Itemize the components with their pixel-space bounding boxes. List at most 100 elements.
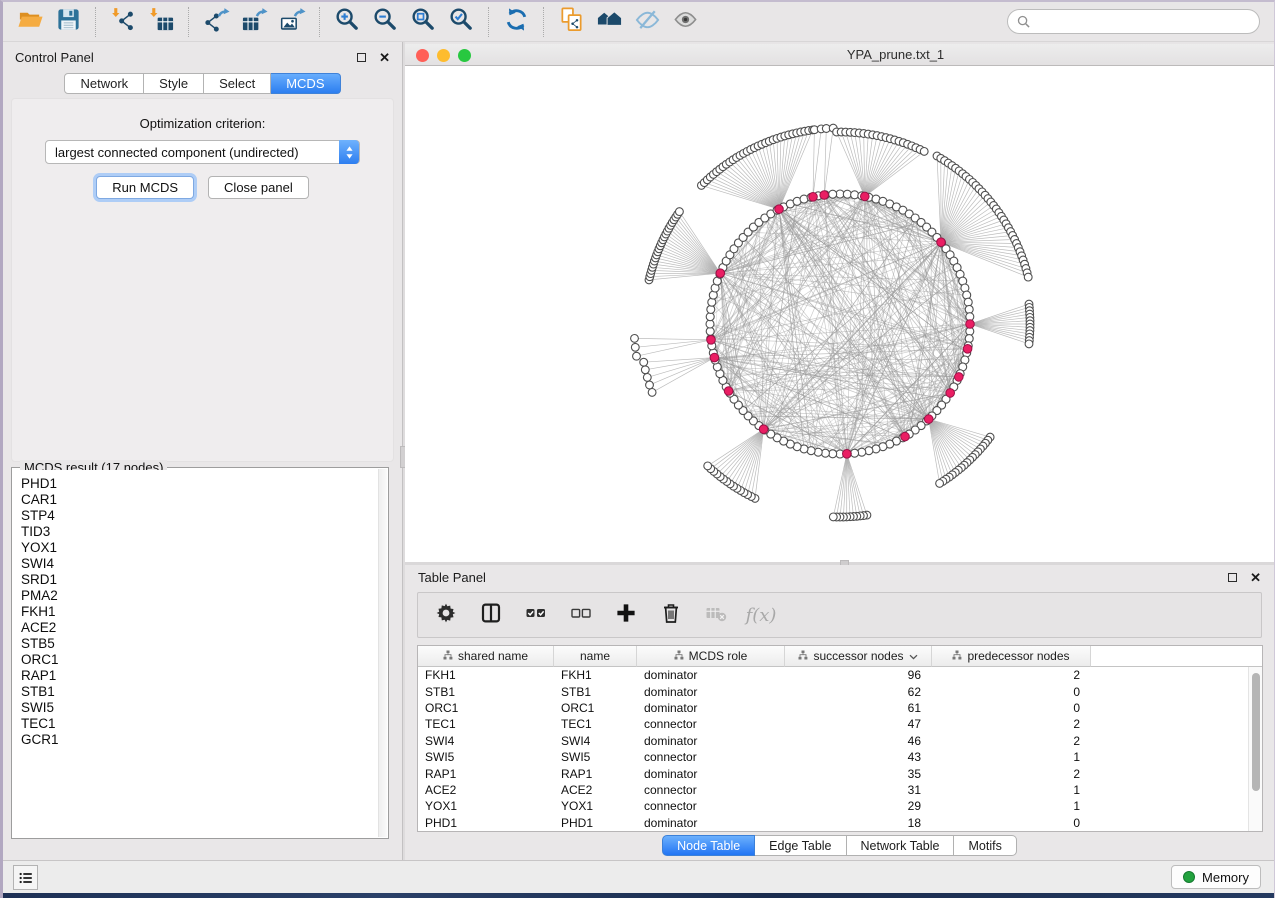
mcds-list-scrollbar[interactable] xyxy=(378,469,387,837)
table-row[interactable]: TEC1TEC1connector472 xyxy=(418,716,1248,732)
memory-button[interactable]: Memory xyxy=(1171,865,1261,889)
export-table-button[interactable] xyxy=(235,5,273,39)
tab-network-table[interactable]: Network Table xyxy=(847,835,955,856)
mcds-result-node[interactable]: ACE2 xyxy=(21,620,378,636)
cell-mcds_role[interactable]: connector xyxy=(637,799,785,813)
mcds-result-node[interactable]: SRD1 xyxy=(21,572,378,588)
cell-name[interactable]: STB1 xyxy=(554,685,637,699)
tab-style[interactable]: Style xyxy=(144,73,204,94)
cell-name[interactable]: PHD1 xyxy=(554,816,637,830)
column-header-predecessor-nodes[interactable]: predecessor nodes xyxy=(932,646,1091,667)
graph-mcds-node[interactable] xyxy=(937,238,946,247)
graph-leaf-node[interactable] xyxy=(936,480,944,488)
table-row[interactable]: YOX1YOX1connector291 xyxy=(418,798,1248,814)
cell-predecessor_nodes[interactable]: 2 xyxy=(932,668,1091,682)
float-table-panel-icon[interactable] xyxy=(1228,573,1237,582)
mcds-result-node[interactable]: PHD1 xyxy=(21,476,378,492)
mcds-result-node[interactable]: ORC1 xyxy=(21,652,378,668)
table-row[interactable]: SWI5SWI5connector431 xyxy=(418,749,1248,765)
cell-predecessor_nodes[interactable]: 0 xyxy=(932,816,1091,830)
sort-chevron-icon[interactable] xyxy=(909,649,918,663)
mcds-result-node[interactable]: YOX1 xyxy=(21,540,378,556)
mcds-result-node[interactable]: FKH1 xyxy=(21,604,378,620)
column-header-name[interactable]: name xyxy=(554,646,637,667)
cell-shared_name[interactable]: ORC1 xyxy=(418,701,554,715)
import-network-button[interactable] xyxy=(104,5,142,39)
mcds-result-node[interactable]: GCR1 xyxy=(21,732,378,748)
cell-predecessor_nodes[interactable]: 1 xyxy=(932,783,1091,797)
mcds-result-node[interactable]: RAP1 xyxy=(21,668,378,684)
cell-name[interactable]: FKH1 xyxy=(554,668,637,682)
mcds-result-node[interactable]: TEC1 xyxy=(21,716,378,732)
open-file-button[interactable] xyxy=(11,5,49,39)
graph-mcds-node[interactable] xyxy=(724,387,733,396)
graph-mcds-node[interactable] xyxy=(820,191,829,200)
tab-motifs[interactable]: Motifs xyxy=(954,835,1016,856)
cell-successor_nodes[interactable]: 46 xyxy=(785,734,932,748)
tab-select[interactable]: Select xyxy=(204,73,271,94)
cell-name[interactable]: SWI5 xyxy=(554,750,637,764)
cell-shared_name[interactable]: YOX1 xyxy=(418,799,554,813)
settings-gear-button[interactable] xyxy=(434,603,458,627)
duplicate-network-button[interactable] xyxy=(552,5,590,39)
cell-predecessor_nodes[interactable]: 0 xyxy=(932,701,1091,715)
deselect-all-checks-button[interactable] xyxy=(569,603,593,627)
mcds-result-node[interactable]: SWI4 xyxy=(21,556,378,572)
graph-leaf-node[interactable] xyxy=(631,343,639,351)
graph-leaf-node[interactable] xyxy=(829,513,837,521)
run-mcds-button[interactable]: Run MCDS xyxy=(96,176,194,199)
function-builder-button[interactable]: f(x) xyxy=(749,603,773,627)
search-input[interactable] xyxy=(1035,14,1250,29)
cell-name[interactable]: TEC1 xyxy=(554,717,637,731)
cell-shared_name[interactable]: SWI4 xyxy=(418,734,554,748)
graph-leaf-node[interactable] xyxy=(640,358,648,366)
show-all-button[interactable] xyxy=(666,5,704,39)
graph-leaf-node[interactable] xyxy=(1024,273,1032,281)
zoom-in-button[interactable] xyxy=(328,5,366,39)
cell-predecessor_nodes[interactable]: 2 xyxy=(932,717,1091,731)
import-table-button[interactable] xyxy=(142,5,180,39)
table-row[interactable]: PHD1PHD1dominator180 xyxy=(418,815,1248,831)
cell-shared_name[interactable]: FKH1 xyxy=(418,668,554,682)
cell-successor_nodes[interactable]: 35 xyxy=(785,767,932,781)
cell-successor_nodes[interactable]: 96 xyxy=(785,668,932,682)
graph-mcds-node[interactable] xyxy=(924,415,933,424)
column-header-shared-name[interactable]: shared name xyxy=(418,646,554,667)
cell-name[interactable]: RAP1 xyxy=(554,767,637,781)
cell-name[interactable]: YOX1 xyxy=(554,799,637,813)
table-row[interactable]: RAP1RAP1dominator352 xyxy=(418,765,1248,781)
graph-mcds-node[interactable] xyxy=(946,389,955,398)
zoom-selected-button[interactable] xyxy=(442,5,480,39)
close-panel-button[interactable]: Close panel xyxy=(208,176,309,199)
tab-network[interactable]: Network xyxy=(64,73,144,94)
task-history-button[interactable] xyxy=(13,865,38,890)
select-all-checks-button[interactable] xyxy=(524,603,548,627)
table-scrollbar-thumb[interactable] xyxy=(1252,673,1260,791)
delete-table-button[interactable] xyxy=(704,603,728,627)
cell-mcds_role[interactable]: connector xyxy=(637,750,785,764)
table-row[interactable]: STB1STB1dominator620 xyxy=(418,683,1248,699)
cell-mcds_role[interactable]: connector xyxy=(637,717,785,731)
cell-successor_nodes[interactable]: 18 xyxy=(785,816,932,830)
graph-leaf-node[interactable] xyxy=(1025,340,1033,348)
refresh-button[interactable] xyxy=(497,5,535,39)
export-network-button[interactable] xyxy=(197,5,235,39)
cell-shared_name[interactable]: RAP1 xyxy=(418,767,554,781)
cell-successor_nodes[interactable]: 29 xyxy=(785,799,932,813)
graph-mcds-node[interactable] xyxy=(775,205,784,214)
table-scrollbar[interactable] xyxy=(1248,667,1262,831)
window-zoom-button[interactable] xyxy=(458,49,471,62)
cell-successor_nodes[interactable]: 62 xyxy=(785,685,932,699)
zoom-fit-button[interactable] xyxy=(404,5,442,39)
add-column-button[interactable] xyxy=(614,603,638,627)
delete-column-button[interactable] xyxy=(659,603,683,627)
search-field[interactable] xyxy=(1007,9,1260,34)
toggle-columns-button[interactable] xyxy=(479,603,503,627)
graph-mcds-node[interactable] xyxy=(861,192,870,201)
cell-mcds_role[interactable]: dominator xyxy=(637,767,785,781)
mcds-result-node[interactable]: CAR1 xyxy=(21,492,378,508)
cell-mcds_role[interactable]: dominator xyxy=(637,734,785,748)
criterion-select[interactable]: largest connected component (undirected) xyxy=(45,140,360,164)
cell-successor_nodes[interactable]: 31 xyxy=(785,783,932,797)
cell-shared_name[interactable]: TEC1 xyxy=(418,717,554,731)
